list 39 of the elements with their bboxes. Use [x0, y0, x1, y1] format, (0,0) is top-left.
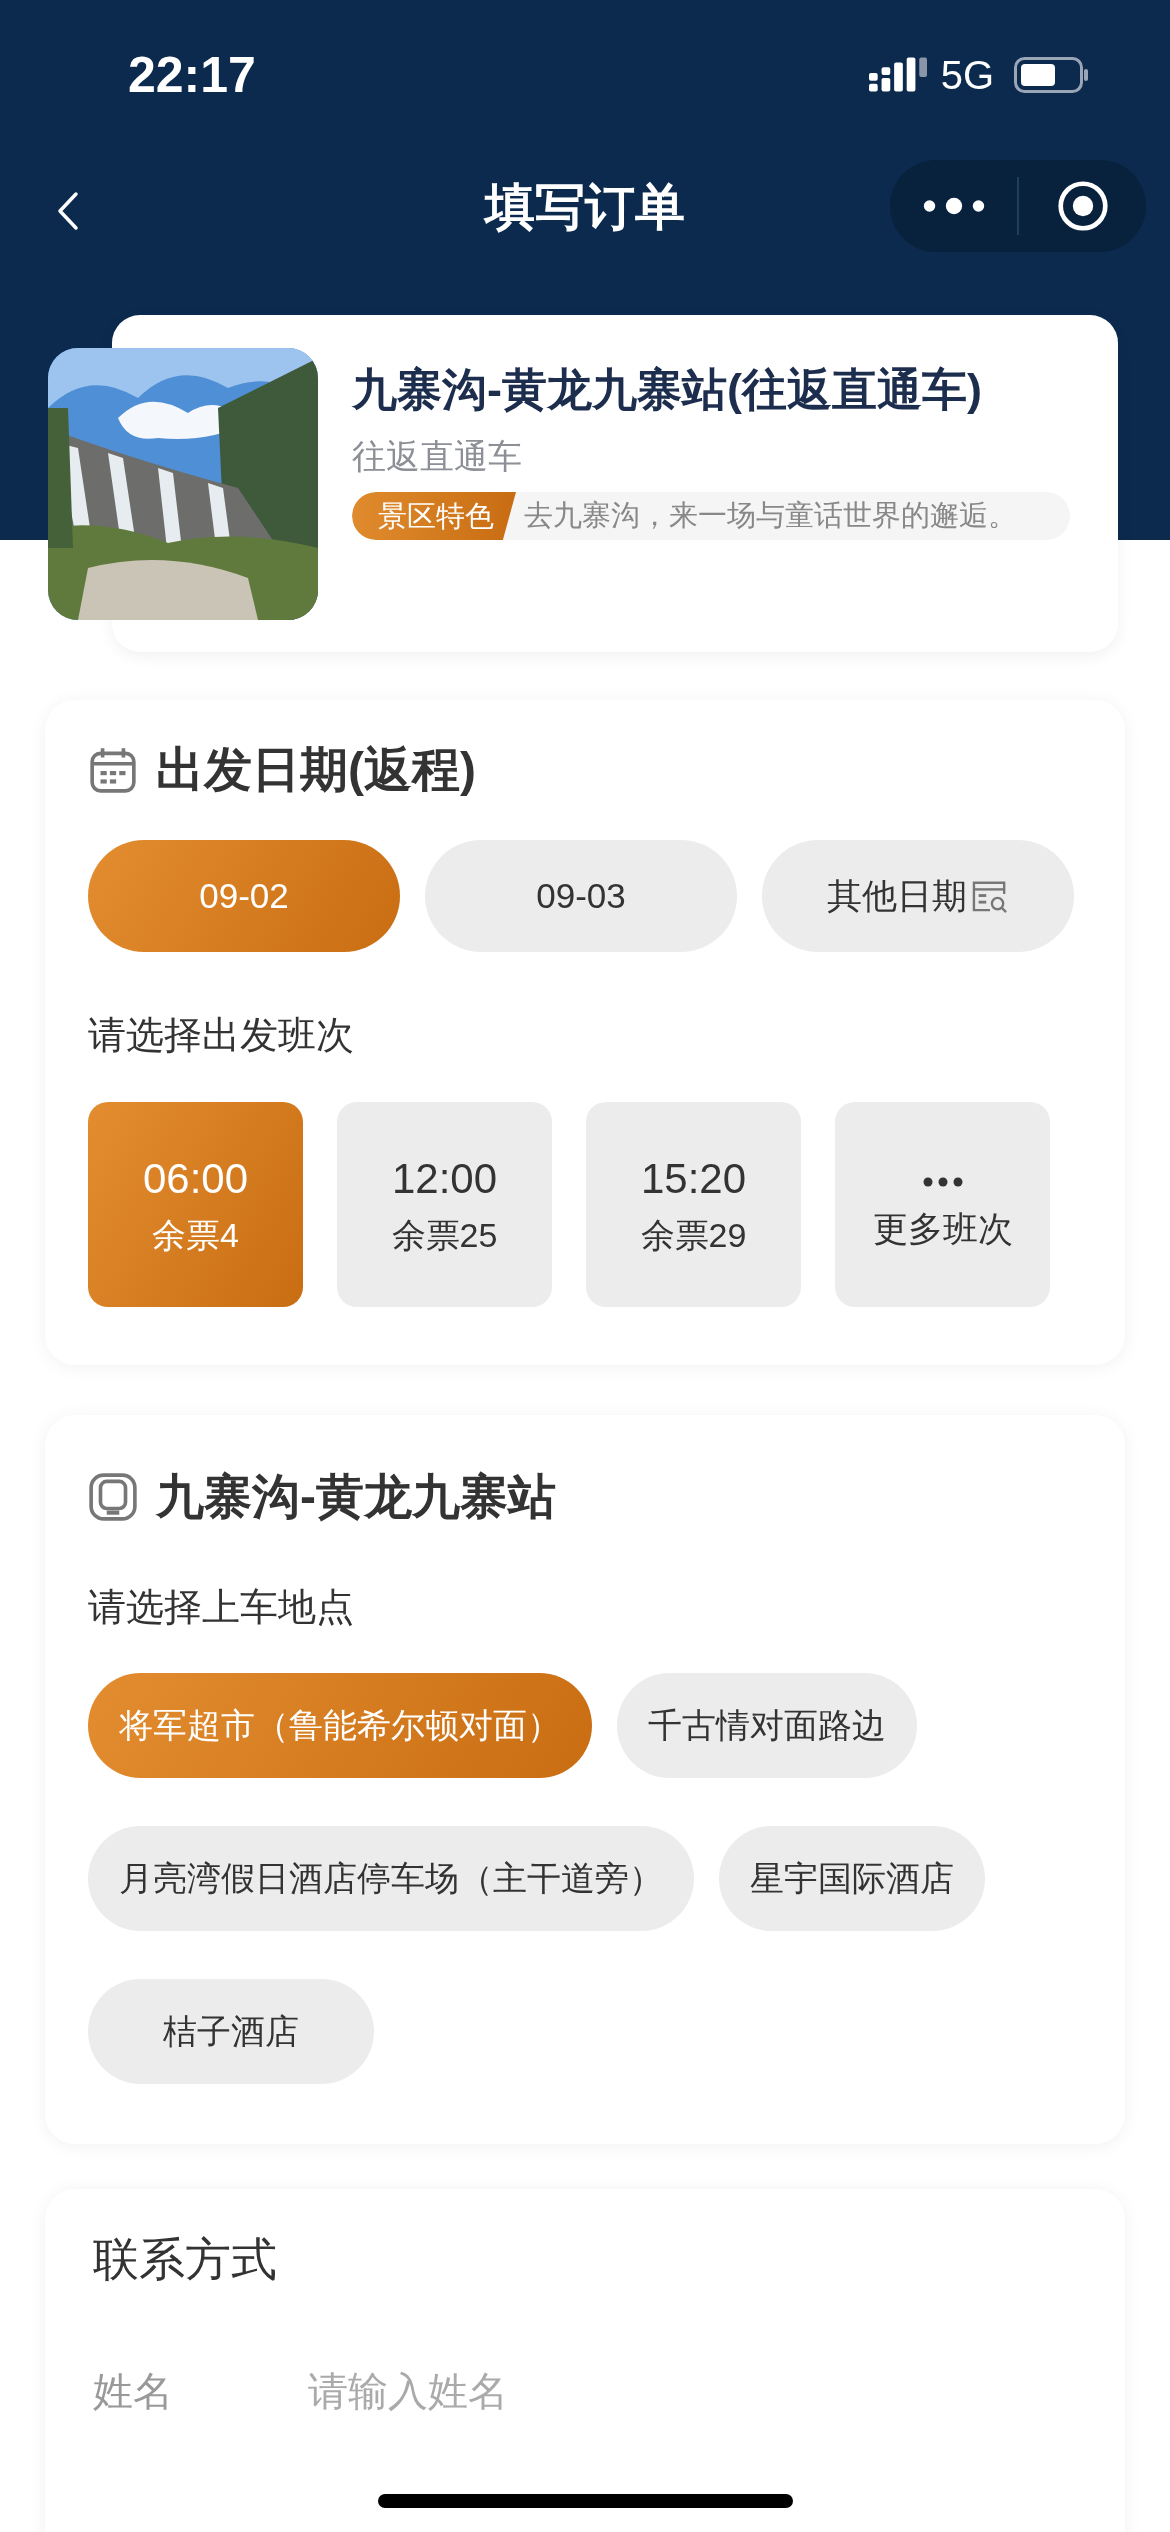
seats-left: 余票4	[152, 1214, 239, 1256]
page-title: 填写订单	[485, 178, 685, 237]
pickup-option[interactable]: 月亮湾假日酒店停车场（主干道旁）	[88, 1826, 694, 1931]
signal-icon	[868, 57, 927, 93]
trip-option[interactable]: 12:00 余票25	[337, 1102, 552, 1307]
departure-time: 06:00	[142, 1153, 249, 1204]
battery-icon	[1014, 57, 1090, 93]
pickup-option[interactable]: 千古情对面路边	[617, 1673, 917, 1778]
calendar-icon	[88, 745, 138, 795]
schedule-label: 请选择出发班次	[88, 1013, 355, 1058]
pickup-option[interactable]: 桔子酒店	[88, 1979, 374, 2084]
section-title: 九寨沟-黄龙九寨站	[156, 1469, 556, 1525]
field-label: 姓名	[93, 2368, 174, 2415]
calendar-search-icon	[971, 879, 1009, 913]
product-subtitle: 往返直通车	[352, 436, 523, 477]
trip-option[interactable]: 更多班次	[835, 1102, 1050, 1307]
bus-front-icon	[88, 1472, 138, 1522]
section-title: 出发日期(返程)	[156, 742, 476, 798]
departure-time: 15:20	[640, 1153, 747, 1204]
date-option[interactable]: 其他日期	[762, 840, 1074, 952]
tagline-text: 去九寨沟，来一场与童话世界的邂逅。	[524, 498, 1017, 533]
clock-time: 22:17	[128, 46, 256, 104]
seats-left: 余票29	[640, 1214, 747, 1256]
section-title: 联系方式	[92, 2232, 278, 2287]
more-icon	[922, 196, 985, 216]
seats-left: 余票25	[391, 1214, 498, 1256]
trip-option[interactable]: 15:20 余票29	[586, 1102, 801, 1307]
back-icon	[56, 191, 80, 231]
date-option[interactable]: 09-03	[425, 840, 737, 952]
more-trips-label: 更多班次	[872, 1207, 1013, 1250]
feature-tag: 景区特色	[352, 492, 516, 540]
ellipsis-icon	[922, 1176, 963, 1187]
departure-time: 12:00	[391, 1153, 498, 1204]
target-icon	[1056, 180, 1109, 232]
product-title: 九寨沟-黄龙九寨站(往返直通车)	[352, 363, 983, 417]
pickup-option[interactable]: 星宇国际酒店	[719, 1826, 985, 1931]
name-input[interactable]: 请输入姓名	[308, 2369, 808, 2414]
pickup-label: 请选择上车地点	[88, 1585, 355, 1630]
network-label: 5G	[940, 52, 994, 98]
